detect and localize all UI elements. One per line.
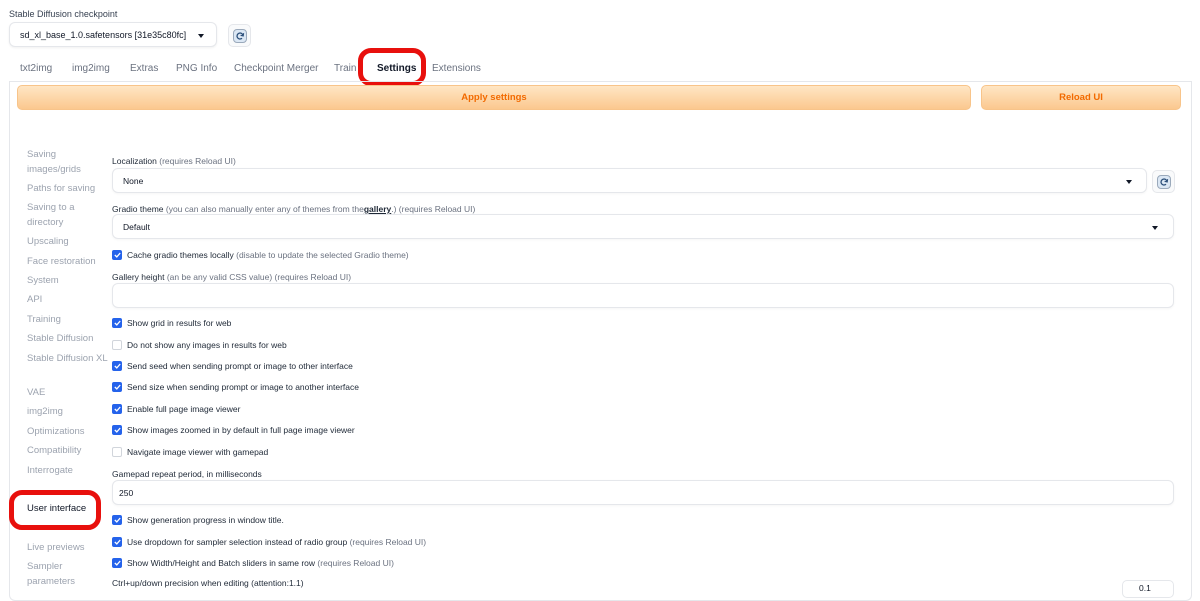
sliders-same-row-label: Show Width/Height and Batch sliders in s… <box>127 558 316 568</box>
gamepad-navigation-label: Navigate image viewer with gamepad <box>127 447 269 457</box>
gallery-height-note: (an be any valid CSS value) (requires Re… <box>166 272 352 282</box>
send-seed-label: Send seed when sending prompt or image t… <box>127 361 353 371</box>
sidebar-item-vae[interactable]: VAE <box>27 385 109 400</box>
sampler-dropdown-note: (requires Reload UI) <box>349 537 427 547</box>
checkbox-row[interactable]: Send seed when sending prompt or image t… <box>112 360 353 372</box>
tab-extras[interactable]: Extras <box>130 63 158 74</box>
hide-images-label: Do not show any images in results for we… <box>127 340 287 350</box>
sidebar-item-stable-diffusion-xl[interactable]: Stable Diffusion XL <box>27 351 109 366</box>
cache-themes-label: Cache gradio themes locally <box>127 250 234 260</box>
sampler-dropdown-checkbox[interactable] <box>112 537 122 547</box>
chevron-down-icon <box>1152 226 1158 230</box>
sliders-same-row-checkbox[interactable] <box>112 558 122 568</box>
cache-themes-checkbox-row[interactable]: Cache gradio themes locally (disable to … <box>112 249 409 261</box>
tab-png-info[interactable]: PNG Info <box>176 63 217 74</box>
precision-input[interactable]: 0.1 <box>1122 580 1174 598</box>
checkpoint-label: Stable Diffusion checkpoint <box>9 9 118 19</box>
checkbox-row[interactable]: Do not show any images in results for we… <box>112 339 287 351</box>
sidebar-item-paths-for-saving[interactable]: Paths for saving <box>27 181 109 196</box>
send-size-label: Send size when sending prompt or image t… <box>127 382 359 392</box>
sidebar-item-saving-images[interactable]: Saving images/grids <box>27 147 109 177</box>
gamepad-period-label: Gamepad repeat period, in milliseconds <box>112 469 262 479</box>
gradio-theme-note: (you can also manually enter any of them… <box>165 204 364 214</box>
tab-train[interactable]: Train <box>334 63 356 74</box>
gallery-link[interactable]: gallery <box>364 204 391 214</box>
tab-checkpoint-merger[interactable]: Checkpoint Merger <box>234 63 318 74</box>
zoomed-images-checkbox[interactable] <box>112 425 122 435</box>
checkbox-row[interactable]: Show Width/Height and Batch sliders in s… <box>112 557 394 569</box>
progress-in-title-label: Show generation progress in window title… <box>127 515 284 525</box>
cache-themes-checkbox[interactable] <box>112 250 122 260</box>
gamepad-period-input[interactable]: 250 <box>112 480 1174 505</box>
cache-themes-note: (disable to update the selected Gradio t… <box>236 250 409 260</box>
gallery-height-label-text: Gallery height <box>112 272 165 282</box>
gradio-theme-label-text: Gradio theme <box>112 204 164 214</box>
localization-label: Localization (requires Reload UI) <box>112 156 236 166</box>
sidebar-item-live-previews[interactable]: Live previews <box>27 540 109 555</box>
chevron-down-icon <box>198 34 204 38</box>
checkpoint-dropdown[interactable]: sd_xl_base_1.0.safetensors [31e35c80fc] <box>9 22 217 47</box>
sampler-dropdown-label: Use dropdown for sampler selection inste… <box>127 537 348 547</box>
refresh-checkpoint-button[interactable] <box>228 24 251 47</box>
show-grid-label: Show grid in results for web <box>127 318 232 328</box>
full-page-viewer-label: Enable full page image viewer <box>127 404 241 414</box>
sidebar-item-upscaling[interactable]: Upscaling <box>27 234 109 249</box>
sidebar-item-sampler-parameters[interactable]: Sampler parameters <box>27 559 109 589</box>
localization-note: (requires Reload UI) <box>159 156 236 166</box>
gradio-theme-dropdown[interactable]: Default <box>112 214 1174 239</box>
precision-label: Ctrl+up/down precision when editing (att… <box>112 578 304 588</box>
refresh-localization-button[interactable] <box>1152 170 1175 193</box>
progress-in-title-checkbox[interactable] <box>112 515 122 525</box>
sliders-same-row-note: (requires Reload UI) <box>317 558 394 568</box>
checkpoint-value: sd_xl_base_1.0.safetensors [31e35c80fc] <box>20 30 187 40</box>
zoomed-images-label: Show images zoomed in by default in full… <box>127 425 355 435</box>
tab-txt2img[interactable]: txt2img <box>20 63 52 74</box>
checkbox-row[interactable]: Enable full page image viewer <box>112 403 240 415</box>
refresh-icon <box>1156 174 1171 189</box>
tab-settings[interactable]: Settings <box>377 63 416 74</box>
checkbox-row[interactable]: Show images zoomed in by default in full… <box>112 424 355 436</box>
sidebar-item-img2img[interactable]: img2img <box>27 404 109 419</box>
localization-value: None <box>123 176 144 186</box>
checkbox-row[interactable]: Navigate image viewer with gamepad <box>112 446 268 458</box>
checkbox-row[interactable]: Show generation progress in window title… <box>112 514 284 526</box>
sidebar-item-stable-diffusion[interactable]: Stable Diffusion <box>27 331 109 346</box>
precision-value: 0.1 <box>1139 583 1151 593</box>
hide-images-checkbox[interactable] <box>112 340 122 350</box>
gamepad-period-value: 250 <box>119 488 134 498</box>
full-page-viewer-checkbox[interactable] <box>112 404 122 414</box>
gradio-theme-value: Default <box>123 222 150 232</box>
sidebar-item-saving-to-directory[interactable]: Saving to a directory <box>27 200 109 230</box>
gallery-height-label: Gallery height (an be any valid CSS valu… <box>112 272 351 282</box>
gallery-height-input[interactable] <box>112 283 1174 308</box>
tab-extensions[interactable]: Extensions <box>432 63 481 74</box>
localization-dropdown[interactable]: None <box>112 168 1147 193</box>
tab-img2img[interactable]: img2img <box>72 63 110 74</box>
reload-ui-button[interactable]: Reload UI <box>981 85 1181 110</box>
sidebar-item-training[interactable]: Training <box>27 312 109 327</box>
sidebar-item-api[interactable]: API <box>27 292 109 307</box>
send-seed-checkbox[interactable] <box>112 361 122 371</box>
sidebar-item-compatibility[interactable]: Compatibility <box>27 443 109 458</box>
gamepad-navigation-checkbox[interactable] <box>112 447 122 457</box>
sidebar-item-system[interactable]: System <box>27 273 109 288</box>
chevron-down-icon <box>1126 180 1132 184</box>
sidebar-item-user-interface[interactable]: User interface <box>27 503 86 514</box>
apply-settings-button[interactable]: Apply settings <box>17 85 971 110</box>
sidebar-item-optimizations[interactable]: Optimizations <box>27 424 109 439</box>
gradio-theme-note-after: .) (requires Reload UI) <box>391 204 476 214</box>
checkbox-row[interactable]: Send size when sending prompt or image t… <box>112 381 359 393</box>
send-size-checkbox[interactable] <box>112 382 122 392</box>
checkbox-row[interactable]: Use dropdown for sampler selection inste… <box>112 536 426 548</box>
show-grid-checkbox[interactable] <box>112 318 122 328</box>
gradio-theme-label: Gradio theme (you can also manually ente… <box>112 204 475 214</box>
checkbox-row[interactable]: Show grid in results for web <box>112 317 231 329</box>
sidebar-item-interrogate[interactable]: Interrogate <box>27 463 109 478</box>
sidebar-item-face-restoration[interactable]: Face restoration <box>27 254 109 269</box>
localization-label-text: Localization <box>112 156 157 166</box>
refresh-icon <box>232 28 247 43</box>
